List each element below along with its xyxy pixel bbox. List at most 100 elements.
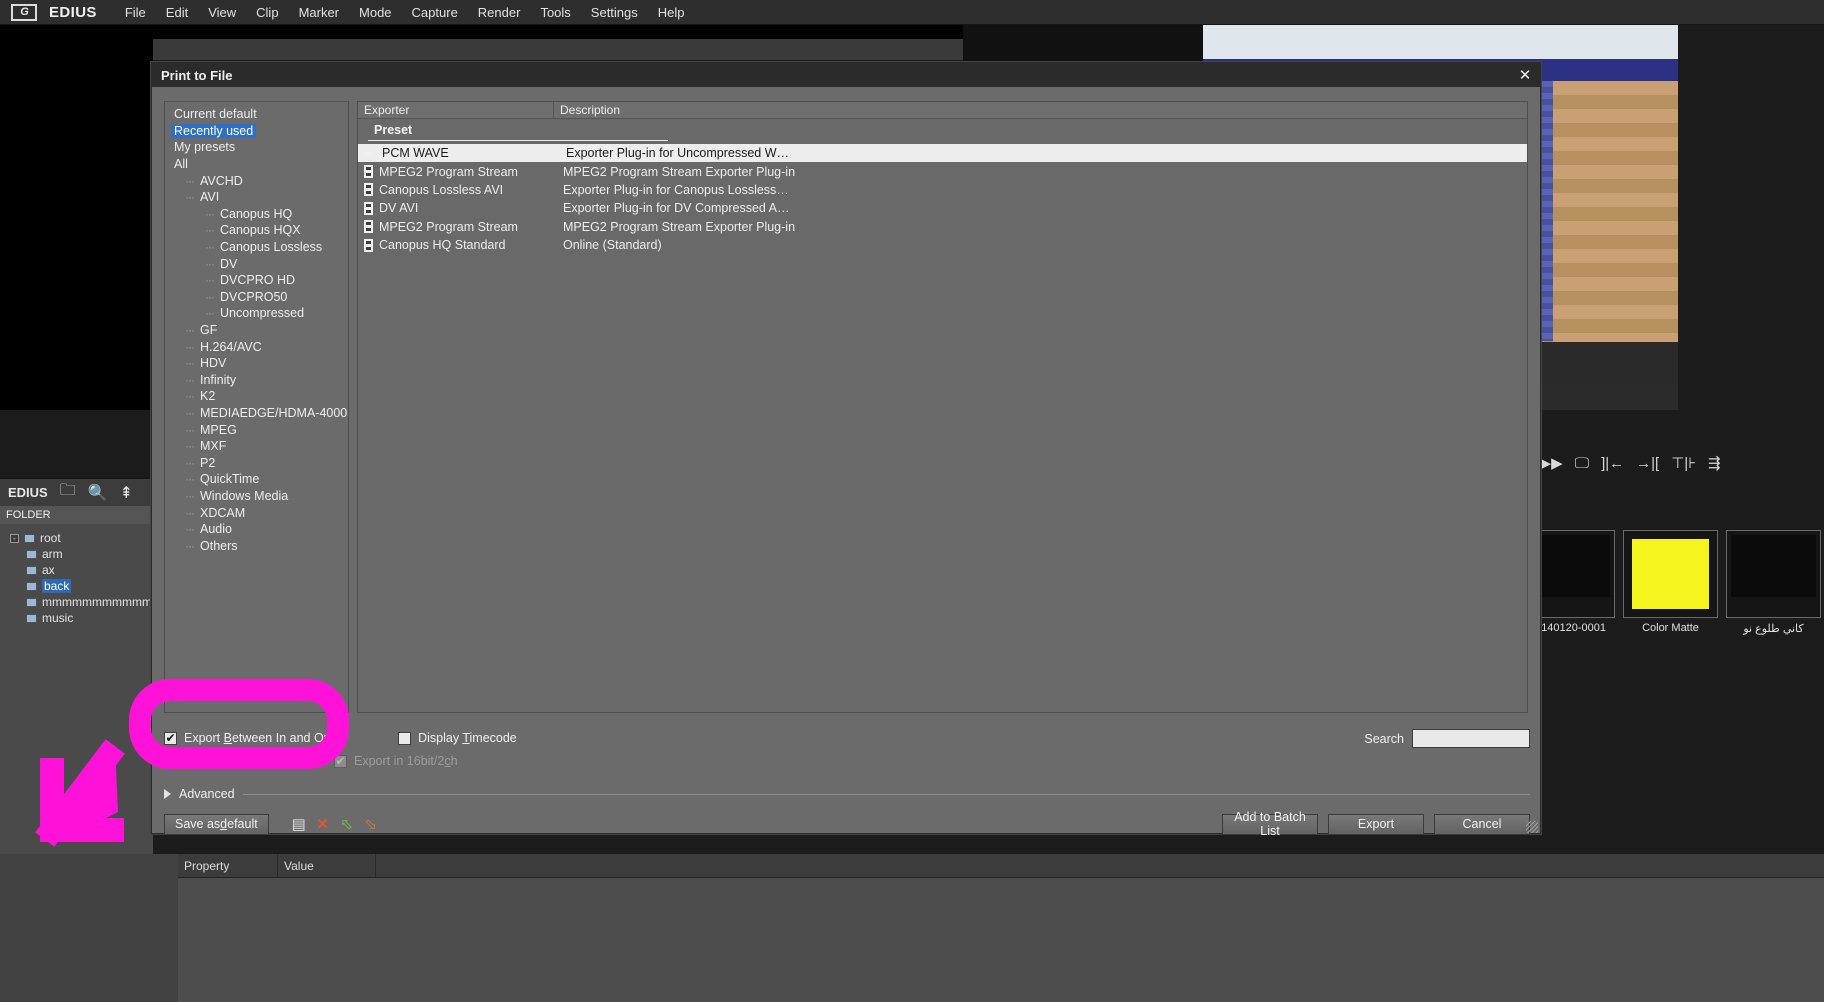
menu-help[interactable]: Help (648, 2, 695, 23)
play-icon[interactable]: ▶▶ (1540, 454, 1563, 472)
mark-in-icon[interactable]: ]|← (1601, 455, 1624, 472)
save-preset-icon[interactable]: ▤ (287, 813, 311, 835)
close-icon[interactable]: ✕ (1510, 63, 1540, 87)
tree-item-current-default[interactable]: Current default (169, 106, 348, 123)
preset-name: DV AVI (379, 201, 419, 216)
export-16bit-2ch-checkbox: ✔ (334, 754, 347, 768)
menu-clip[interactable]: Clip (246, 2, 288, 23)
tree-item-label: DVCPRO50 (220, 289, 288, 304)
thumbnail-color-matte[interactable] (1623, 530, 1718, 618)
dialog-button-row: Save as d efault ▤ ✕ ⬁ ⬂ Add to Batch Lis… (164, 810, 1530, 838)
list-column-headers[interactable]: Exporter Description (358, 102, 1527, 119)
preset-row[interactable]: 🕪 PCM WAVE Exporter Plug-in for Uncompress… (358, 144, 1527, 163)
tree-item-recently-used[interactable]: Recently used (169, 123, 348, 140)
main-menu-bar[interactable]: G EDIUS File Edit View Clip Marker Mode … (0, 0, 1824, 25)
bin-folder-icon[interactable]: 🗀 (60, 479, 76, 506)
bin-tree-row-ax[interactable]: ax (0, 562, 153, 578)
bin-tree-row-arm[interactable]: arm (0, 546, 153, 562)
menu-file[interactable]: File (115, 2, 156, 23)
tree-item-infinity[interactable]: ··· Infinity (169, 372, 348, 389)
tree-item-avi[interactable]: ··· AVI (169, 189, 348, 206)
bin-tree-row-back[interactable]: back (0, 578, 153, 594)
monitor-icon[interactable]: 🖵 (1575, 455, 1589, 472)
tree-item-all[interactable]: All (169, 156, 348, 173)
export-icon[interactable]: ⇶ (1708, 454, 1721, 472)
menu-edit[interactable]: Edit (156, 2, 198, 23)
preset-row[interactable]: MPEG2 Program Stream MPEG2 Program Stream… (358, 162, 1527, 180)
tree-item-gf[interactable]: ··· GF (169, 322, 348, 339)
menu-mode[interactable]: Mode (349, 2, 402, 23)
tree-item-k2[interactable]: ··· K2 (169, 388, 348, 405)
tree-item-xdcam[interactable]: ··· XDCAM (169, 504, 348, 521)
exporter-list-pane[interactable]: Exporter Description Preset 🕪 PCM WAVE Exp… (357, 101, 1528, 713)
tree-item-others[interactable]: ··· Others (169, 537, 348, 554)
menu-tools[interactable]: Tools (530, 2, 580, 23)
tree-item-dv[interactable]: ··· DV (169, 255, 348, 272)
bin-tree-row-music[interactable]: music (0, 610, 153, 626)
thumbnail-clip-3[interactable] (1726, 530, 1821, 618)
menu-render[interactable]: Render (468, 2, 531, 23)
preset-row[interactable]: DV AVI Exporter Plug-in for DV Compressed… (358, 199, 1527, 217)
add-to-batch-list-button[interactable]: Add to Batch List (1222, 810, 1318, 838)
menu-settings[interactable]: Settings (581, 2, 648, 23)
bin-up-icon[interactable]: ⇞ (120, 483, 133, 503)
save-as-default-button[interactable]: Save as d efault (164, 813, 269, 835)
display-timecode-checkbox[interactable]: ✔ (398, 731, 412, 745)
tree-branch-icon: ··· (185, 372, 195, 387)
chevron-right-icon[interactable] (164, 789, 171, 799)
preset-row[interactable]: Canopus Lossless AVI Exporter Plug-in for… (358, 181, 1527, 199)
tree-item-windows-media[interactable]: ··· Windows Media (169, 488, 348, 505)
tree-item-canopus-hqx[interactable]: ··· Canopus HQX (169, 222, 348, 239)
folder-icon (26, 581, 37, 591)
tree-item-label: HDV (200, 356, 227, 371)
tree-item-uncompressed[interactable]: ··· Uncompressed (169, 305, 348, 322)
player-transport-controls[interactable]: ◂ ▶▶ 🖵 ]|← →|[ ⊤|⊦ ⇶ (1520, 440, 1824, 486)
tree-item-mediaedge-hdma-4000[interactable]: ··· MEDIAEDGE/HDMA-4000 (169, 405, 348, 422)
tree-branch-icon: ··· (185, 190, 195, 205)
tree-item-canopus-hq[interactable]: ··· Canopus HQ (169, 206, 348, 223)
tree-item-h-264-avc[interactable]: ··· H.264/AVC (169, 338, 348, 355)
tree-item-canopus-lossless[interactable]: ··· Canopus Lossless (169, 239, 348, 256)
delete-preset-icon[interactable]: ✕ (311, 813, 335, 835)
tree-item-quicktime[interactable]: ··· QuickTime (169, 471, 348, 488)
search-input[interactable] (1412, 729, 1530, 748)
menu-capture[interactable]: Capture (402, 2, 468, 23)
advanced-section-toggle[interactable]: Advanced (164, 787, 1530, 801)
menu-view[interactable]: View (198, 2, 246, 23)
dialog-resize-grip[interactable] (1526, 821, 1538, 833)
preset-row[interactable]: Canopus HQ Standard Online (Standard) (358, 236, 1527, 254)
tree-item-p2[interactable]: ··· P2 (169, 454, 348, 471)
tree-item-mxf[interactable]: ··· MXF (169, 438, 348, 455)
bin-folder-tree[interactable]: - root arm ax back mmmmmmmmmmm music (0, 524, 153, 854)
cancel-button[interactable]: Cancel (1434, 813, 1530, 835)
tree-item-audio[interactable]: ··· Audio (169, 521, 348, 538)
bin-tree-row-mmm[interactable]: mmmmmmmmmmm (0, 594, 153, 610)
export-preset-icon[interactable]: ⬂ (359, 813, 383, 835)
preset-row[interactable]: MPEG2 Program Stream MPEG2 Program Stream… (358, 218, 1527, 236)
mark-t-icon[interactable]: ⊤|⊦ (1671, 454, 1696, 472)
preset-rows-container[interactable]: 🕪 PCM WAVE Exporter Plug-in for Uncompress… (358, 144, 1527, 254)
dialog-title-bar[interactable]: Print to File ✕ (152, 63, 1540, 87)
tree-item-hdv[interactable]: ··· HDV (169, 355, 348, 372)
bin-tree-row-root[interactable]: - root (0, 530, 153, 546)
tree-branch-icon: ··· (185, 405, 195, 420)
preset-category-tree[interactable]: Current default Recently used My presets Al… (164, 101, 349, 713)
dialog-action-buttons: Add to Batch List Export Cancel (1222, 810, 1530, 838)
tree-item-dvcpro-hd[interactable]: ··· DVCPRO HD (169, 272, 348, 289)
tree-item-dvcpro50[interactable]: ··· DVCPRO50 (169, 289, 348, 306)
tree-item-avchd[interactable]: ··· AVCHD (169, 172, 348, 189)
import-preset-icon[interactable]: ⬁ (335, 813, 359, 835)
expander-icon[interactable]: - (10, 533, 19, 543)
export-button[interactable]: Export (1328, 813, 1424, 835)
bin-item-label: ax (42, 563, 55, 577)
menu-marker[interactable]: Marker (289, 2, 349, 23)
column-header-exporter[interactable]: Exporter (358, 102, 554, 118)
mark-out-icon[interactable]: →|[ (1636, 455, 1659, 472)
export-between-in-and-out-checkbox[interactable]: ✔ (164, 731, 177, 745)
column-header-description[interactable]: Description (554, 102, 1527, 118)
tree-item-my-presets[interactable]: My presets (169, 139, 348, 156)
tree-item-label: Canopus Lossless (220, 240, 323, 255)
bin-search-icon[interactable]: 🔍 (88, 483, 108, 503)
tree-branch-icon: ··· (185, 488, 195, 503)
tree-item-mpeg[interactable]: ··· MPEG (169, 421, 348, 438)
